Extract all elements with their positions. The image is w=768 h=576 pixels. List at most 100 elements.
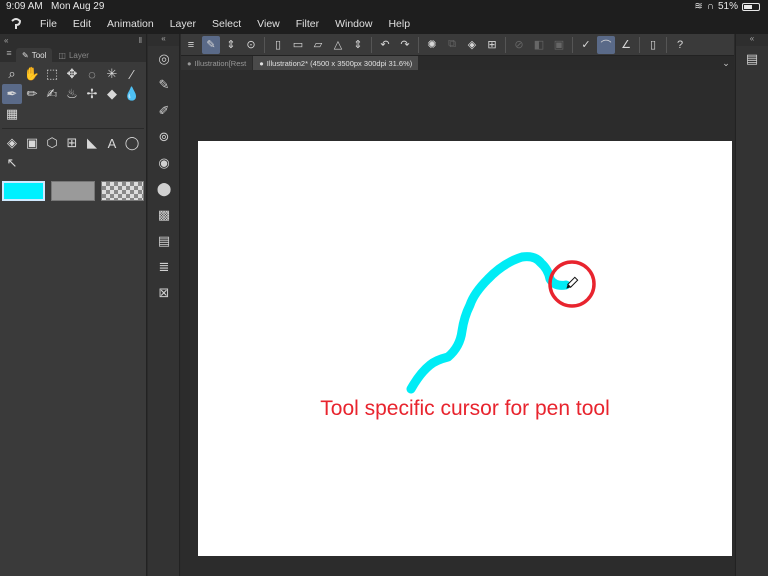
fill-bucket-icon[interactable]: ◈ (463, 36, 481, 54)
record-icon[interactable]: ⊙ (242, 36, 260, 54)
collapse-left-icon[interactable]: « (4, 36, 8, 45)
collapse-column-icon[interactable]: « (148, 34, 179, 46)
reorder-2-icon[interactable]: ⇕ (349, 36, 367, 54)
brush-size-icon[interactable]: ⊚ (148, 124, 180, 150)
hand-icon[interactable]: ✋ (22, 64, 42, 84)
document-tabs: ● Illustration[Rest ● Illustration2* (45… (181, 56, 734, 70)
invert-icon[interactable]: ◧ (530, 36, 548, 54)
tool-grid-secondary: ◈ ▣ ⬡ ⊞ ◣ A ◯ ↖ (0, 131, 146, 175)
color-wheel-icon[interactable]: ◉ (148, 150, 180, 176)
fill-icon[interactable]: ◈ (2, 133, 22, 153)
eraser-icon[interactable]: ◆ (102, 84, 122, 104)
close-dot-icon[interactable]: ● (259, 59, 264, 68)
chevron-down-icon[interactable]: ⌄ (718, 56, 734, 70)
eyedropper-icon[interactable]: ⁄ (122, 64, 142, 84)
layer-tab-icon: ◫ (58, 50, 66, 60)
selection-icon[interactable]: ▣ (550, 36, 568, 54)
pencil-icon[interactable]: ✏ (22, 84, 42, 104)
grid-icon[interactable]: ▦ (2, 104, 22, 124)
tool-property-icon[interactable]: ✐ (148, 98, 180, 124)
color-set-icon[interactable]: ⬤ (148, 176, 180, 202)
battery-icon (742, 2, 760, 11)
wifi-icon: ≋ (694, 1, 703, 12)
battery-percent: 51% (717, 1, 738, 12)
polygon-icon[interactable]: ⬡ (42, 133, 62, 153)
command-bar: ≡ ✎ ⇕ ⊙ ▯ ▭ ▱ △ ⇕ ↶ ↷ ✺ ⧉ ◈ ⊞ ⊘ ◧ ▣ ✓ ⌒ … (181, 34, 734, 56)
right-panel: « ▤ (735, 34, 768, 576)
stroke-check-icon[interactable]: ✓ (577, 36, 595, 54)
airbrush-icon[interactable]: ♨ (62, 84, 82, 104)
tab-layer-label: Layer (68, 50, 89, 60)
vector-icon[interactable]: ∠ (617, 36, 635, 54)
open-folder-icon[interactable]: ▭ (289, 36, 307, 54)
menu-file[interactable]: File (32, 18, 65, 30)
menu-window[interactable]: Window (327, 18, 380, 30)
decoration-icon[interactable]: ✢ (82, 84, 102, 104)
redo-icon[interactable]: ↷ (396, 36, 414, 54)
move-icon[interactable]: ✥ (62, 64, 82, 84)
color-swatches (0, 179, 146, 203)
panel-grip-icon[interactable]: ‖ (139, 36, 142, 45)
zoom-icon[interactable]: ⌕ (2, 64, 22, 84)
brush-icon[interactable]: ✍ (42, 84, 62, 104)
panel-menu-icon[interactable]: ≡ (2, 48, 16, 62)
menu-layer[interactable]: Layer (162, 18, 204, 30)
lasso-select-icon[interactable]: ⬚ (42, 64, 62, 84)
tab-layer[interactable]: ◫ Layer (52, 48, 95, 62)
headphones-icon: ∩ (706, 1, 714, 12)
blend-icon[interactable]: 💧 (122, 84, 142, 104)
gradient-icon[interactable]: ▣ (22, 133, 42, 153)
balloon-icon[interactable]: ◯ (122, 133, 142, 153)
layer-property-icon[interactable]: ≣ (148, 254, 180, 280)
menu-animation[interactable]: Animation (99, 18, 162, 30)
copy-icon[interactable]: ⧉ (443, 36, 461, 54)
sub-tool-icon[interactable]: ✎ (148, 72, 180, 98)
menu-edit[interactable]: Edit (65, 18, 99, 30)
device-icon[interactable]: ▯ (644, 36, 662, 54)
tab-tool-label: Tool (31, 50, 47, 60)
app-logo-icon[interactable] (0, 14, 32, 34)
collapse-right-icon[interactable]: « (736, 34, 768, 46)
menu-view[interactable]: View (249, 18, 288, 30)
save-icon[interactable]: ▱ (309, 36, 327, 54)
ruler-icon[interactable]: ◣ (82, 133, 102, 153)
close-dot-icon[interactable]: ● (187, 59, 192, 68)
doc-tab-2[interactable]: ● Illustration2* (4500 x 3500px 300dpi 3… (253, 56, 419, 70)
pen-icon[interactable]: ✒ (2, 84, 22, 104)
sub-color-swatch[interactable] (51, 181, 95, 201)
new-file-icon[interactable]: ▯ (269, 36, 287, 54)
material-icon[interactable]: ⊠ (148, 280, 180, 306)
menu-bar: File Edit Animation Layer Select View Fi… (0, 14, 768, 34)
color-history-icon[interactable]: ▤ (148, 228, 180, 254)
status-time: 9:09 AM (6, 1, 43, 12)
cloud-sync-icon[interactable]: △ (329, 36, 347, 54)
tab-tool[interactable]: ✎ Tool (16, 48, 53, 62)
lasso-icon[interactable]: ◌ (82, 64, 102, 84)
main-color-swatch[interactable] (2, 181, 46, 201)
tool-panel: « ‖ ≡ ✎ Tool ◫ Layer ⌕ ✋ ⬚ ✥ ◌ ✳ ⁄ ✒ ✏ ✍… (0, 34, 147, 576)
loading-icon[interactable]: ✺ (423, 36, 441, 54)
menu-filter[interactable]: Filter (288, 18, 327, 30)
edit-mode-icon[interactable]: ✎ (202, 35, 220, 54)
correct-line-icon[interactable]: ↖ (2, 153, 22, 173)
undo-icon[interactable]: ↶ (376, 36, 394, 54)
cyan-pen-stroke (406, 252, 571, 394)
deselect-icon[interactable]: ⊘ (510, 36, 528, 54)
text-icon[interactable]: A (102, 133, 122, 153)
intermediate-color-icon[interactable]: ▩ (148, 202, 180, 228)
menu-help[interactable]: Help (380, 18, 418, 30)
panel-tabs: ≡ ✎ Tool ◫ Layer (0, 46, 146, 62)
magic-wand-icon[interactable]: ✳ (102, 64, 122, 84)
help-icon[interactable]: ? (671, 36, 689, 54)
doc-tab-1[interactable]: ● Illustration[Rest (181, 56, 253, 70)
reorder-icon[interactable]: ⇕ (222, 36, 240, 54)
hamburger-menu-icon[interactable]: ≡ (182, 36, 200, 54)
tool-grid: ⌕ ✋ ⬚ ✥ ◌ ✳ ⁄ ✒ ✏ ✍ ♨ ✢ ◆ 💧 ▦ (0, 62, 146, 126)
crop-icon[interactable]: ⊞ (483, 36, 501, 54)
menu-select[interactable]: Select (204, 18, 249, 30)
stabilizer-icon[interactable]: ⌒ (597, 35, 615, 54)
navigator-icon[interactable]: ◎ (148, 46, 180, 72)
layer-panel-icon[interactable]: ▤ (736, 46, 768, 72)
frame-icon[interactable]: ⊞ (62, 133, 82, 153)
transparent-color-swatch[interactable] (100, 181, 145, 201)
